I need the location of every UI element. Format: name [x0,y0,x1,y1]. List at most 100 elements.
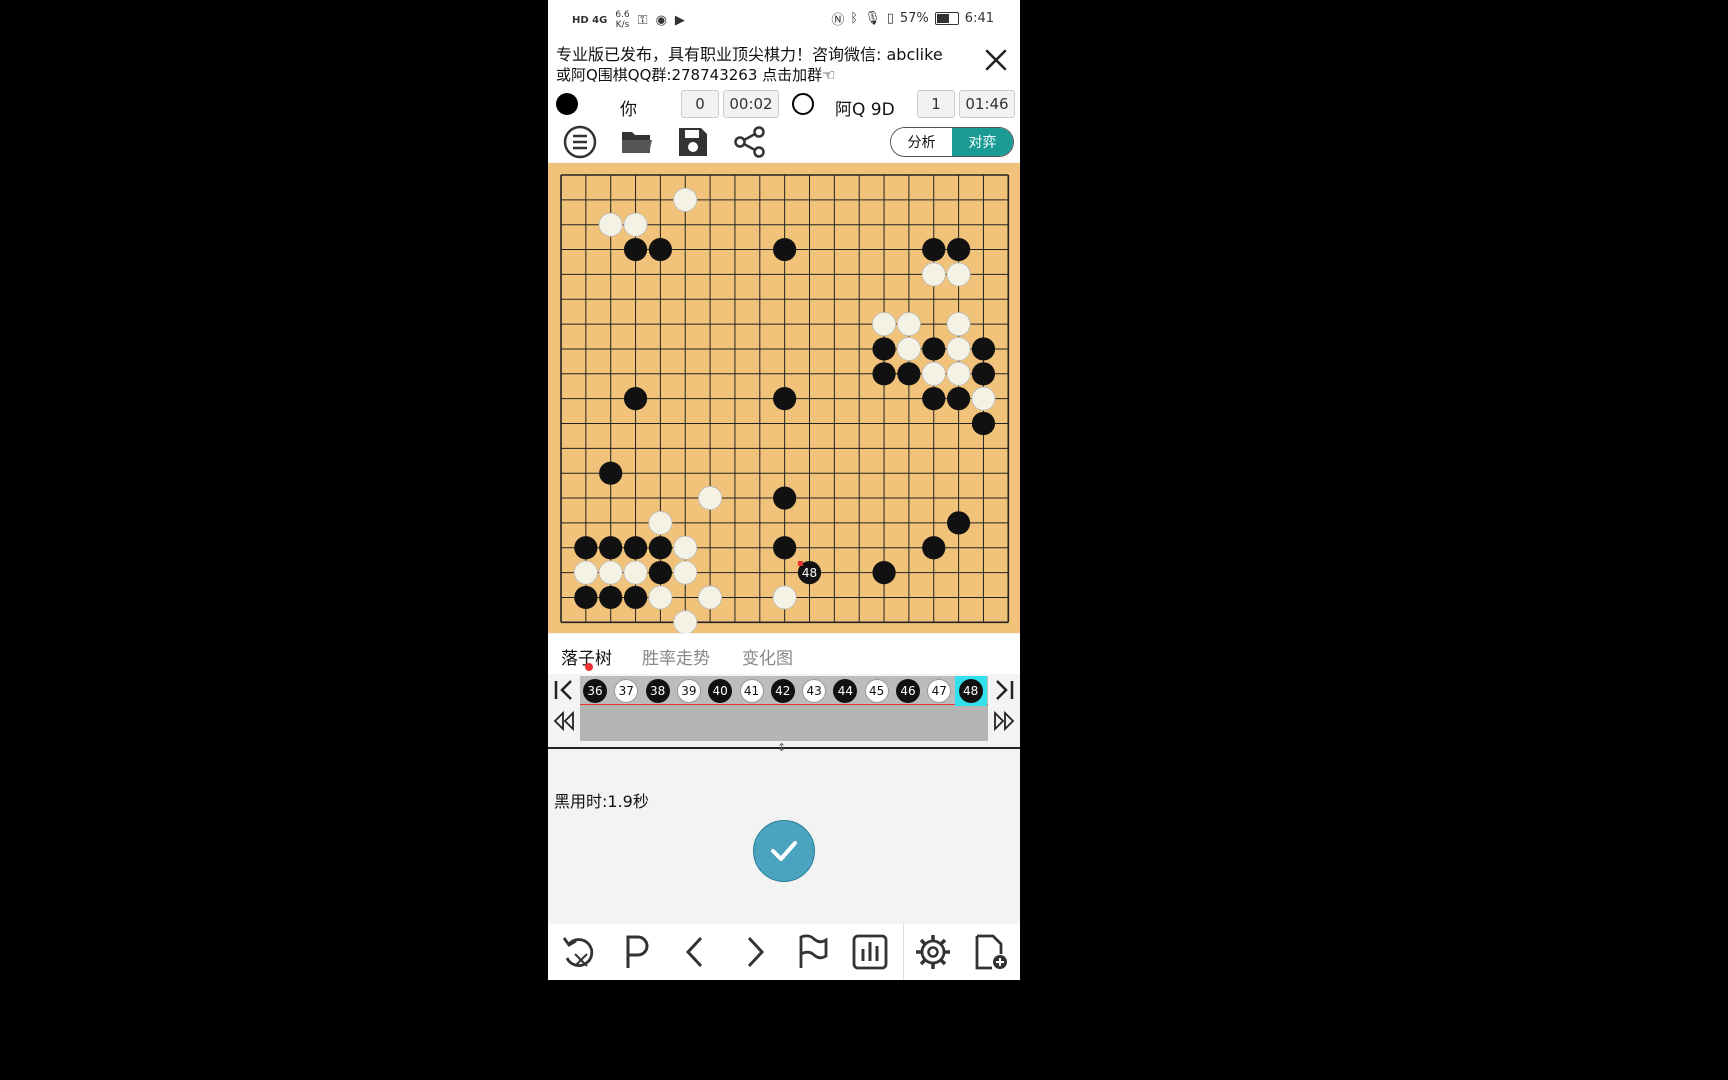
black-stone [599,585,623,610]
move-node[interactable]: 48 [958,679,983,703]
mic-icon: 🎙 [864,11,881,26]
battery-percent: 57% [899,11,929,26]
move-tree-area[interactable] [580,705,988,741]
black-stone [872,337,896,361]
black-stone [947,237,971,262]
new-file-icon[interactable] [970,932,1010,972]
move-node[interactable]: 41 [739,679,764,703]
move-node[interactable]: 39 [676,679,701,703]
black-stone [971,411,996,436]
save-icon[interactable] [675,125,711,159]
settings-icon[interactable] [913,932,953,972]
black-stone [623,237,648,262]
white-stone-icon [792,93,814,115]
white-captures: 1 [917,90,955,118]
black-stone [922,337,946,361]
next-icon[interactable] [734,932,774,972]
move-node[interactable]: 42 [770,679,795,703]
last-move-icon[interactable] [991,677,1017,703]
menu-icon[interactable] [562,125,598,159]
white-stone [946,312,971,337]
flag-icon[interactable] [792,932,832,972]
tab-win-rate[interactable]: 胜率走势 [642,644,710,669]
black-stone [599,461,623,485]
mainline-indicator [580,704,988,705]
move-node[interactable]: 40 [708,679,733,703]
promo-banner[interactable]: 专业版已发布，具有职业顶尖棋力！咨询微信: abclike 或阿Q围棋QQ群:2… [548,36,1020,88]
white-stone [946,262,971,287]
black-stone [872,561,896,585]
white-stone [598,212,623,237]
thinking-time-text: 黑用时:1.9秒 [554,792,649,811]
share-icon[interactable] [732,125,768,159]
black-stone [773,536,797,560]
move-node[interactable]: 38 [645,679,670,703]
fast-forward-icon[interactable] [991,708,1017,734]
network-indicator: HD 4G [572,14,608,26]
folder-icon[interactable] [619,125,655,159]
white-stone [673,187,698,212]
previous-icon[interactable] [676,932,716,972]
nfc-icon: Ⓝ [831,13,845,28]
black-stone [897,362,921,386]
black-stone [947,387,971,411]
rewind-icon[interactable] [551,708,577,734]
black-stone [922,237,946,262]
resize-handle-icon[interactable]: ↕ [777,741,786,754]
go-board[interactable]: 48 [548,163,1020,635]
bottom-action-bar [548,924,1020,980]
white-stone [673,610,698,635]
stats-icon[interactable] [850,932,890,972]
analysis-tabs: 落子树 胜率走势 变化图 [548,634,1020,674]
white-stone [673,535,698,560]
white-stone [896,336,921,361]
black-stone [623,387,648,411]
last-move-number: 48 [802,566,817,580]
white-stone [698,486,723,511]
black-stone [648,561,672,585]
notification-dot [585,663,593,671]
close-icon[interactable] [984,48,1008,72]
board-canvas[interactable]: 48 [548,163,1020,635]
confirm-move-button[interactable] [753,820,815,882]
black-stone [574,536,598,560]
white-stone [896,312,921,337]
black-stone [648,237,672,262]
white-stone [921,361,946,386]
black-timer: 00:02 [723,90,779,118]
status-bar: HD 4G 6.6 K/s ⚿ ◉ ▶ Ⓝ ᛒ 🎙 ▯ 57% 6:41 [548,0,1020,36]
video-icon: ▶ [674,12,685,28]
black-stone-icon [556,93,578,115]
phone-screen: HD 4G 6.6 K/s ⚿ ◉ ▶ Ⓝ ᛒ 🎙 ▯ 57% 6:41 专业版已… [548,0,1020,980]
pass-icon[interactable] [618,932,658,972]
black-captures: 0 [681,90,719,118]
move-node[interactable]: 43 [802,679,827,703]
bluetooth-icon: ᛒ [850,11,859,26]
white-stone [598,560,623,585]
network-speed: 6.6 K/s [615,10,630,30]
first-move-icon[interactable] [551,677,577,703]
tab-variations[interactable]: 变化图 [742,644,793,669]
move-node[interactable]: 46 [896,679,920,703]
white-stone [673,560,698,585]
banner-line-2[interactable]: 或阿Q围棋QQ群:278743263 点击加群☜ [556,64,836,85]
white-stone [971,386,996,411]
white-stone [946,361,971,386]
white-stone [623,560,648,585]
black-stone [922,536,946,560]
bar-separator [903,924,904,980]
banner-line-1: 专业版已发布，具有职业顶尖棋力！咨询微信: abclike [556,45,943,64]
white-stone [698,585,723,610]
move-node[interactable]: 45 [864,679,889,703]
undo-cut-icon[interactable] [559,932,599,972]
white-stone [648,510,673,535]
white-timer: 01:46 [959,90,1015,118]
black-stone [922,387,946,411]
black-stone [599,536,623,560]
play-mode-button[interactable]: 对弈 [952,128,1013,156]
black-stone [623,536,648,560]
analysis-mode-button[interactable]: 分析 [891,128,952,156]
white-player-name: 阿Q 9D [835,100,895,120]
move-node[interactable]: 36 [583,679,607,703]
white-stone [921,262,946,287]
